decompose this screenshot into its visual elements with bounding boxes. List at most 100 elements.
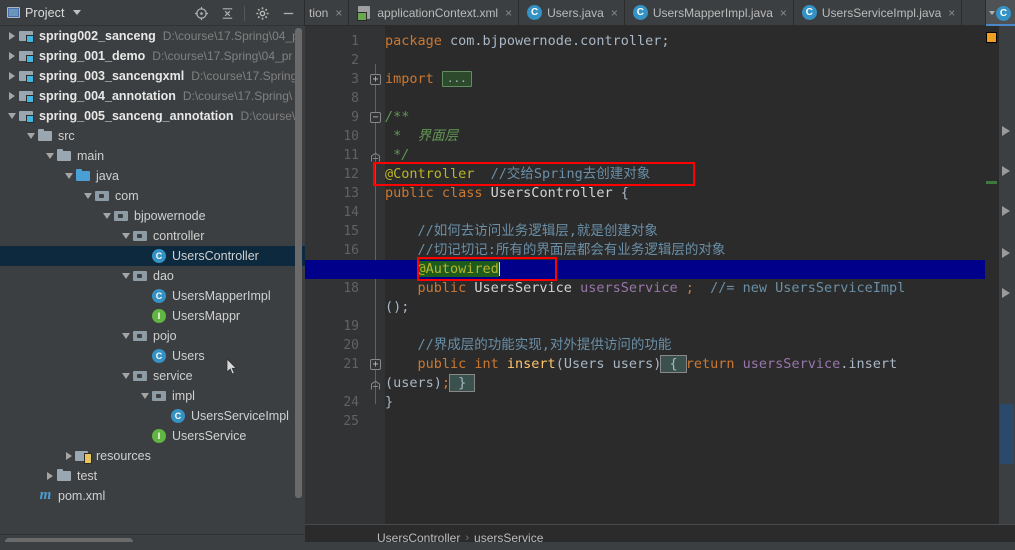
scroll-marker-arrow: [1002, 126, 1010, 136]
hide-panel-icon[interactable]: [276, 1, 300, 25]
close-icon[interactable]: ×: [948, 7, 955, 19]
tree-item-pojo[interactable]: pojo: [0, 326, 305, 346]
code-line[interactable]: @Autowired: [385, 260, 501, 279]
tree-item-resources[interactable]: resources: [0, 446, 305, 466]
tree-item-spring-005-sanceng-annotation[interactable]: spring_005_sanceng_annotation D:\course\1: [0, 106, 305, 126]
code-token: {: [620, 185, 629, 201]
tree-item-users[interactable]: Users: [0, 346, 305, 366]
chevron-down-icon[interactable]: [43, 146, 56, 166]
editor-tab-usersmapperimpl-java[interactable]: UsersMapperImpl.java ×: [625, 0, 794, 25]
tree-item-impl[interactable]: impl: [0, 386, 305, 406]
locate-icon[interactable]: [189, 1, 213, 25]
warning-marker[interactable]: [986, 32, 997, 43]
editor-tab-tion[interactable]: tion ×: [305, 0, 350, 25]
chevron-right-icon[interactable]: [5, 86, 18, 106]
code-token: (users): [385, 375, 442, 391]
tree-item-controller[interactable]: controller: [0, 226, 305, 246]
editor-tab-applicationcontext-xml[interactable]: applicationContext.xml ×: [349, 0, 520, 25]
tree-item-src[interactable]: src: [0, 126, 305, 146]
chevron-right-icon[interactable]: [5, 26, 18, 46]
editor-tab-users-java[interactable]: Users.java ×: [519, 0, 625, 25]
code-line[interactable]: @Controller //交给Spring去创建对象: [385, 165, 650, 184]
chevron-right-icon[interactable]: [5, 66, 18, 86]
chevron-right-icon[interactable]: [62, 446, 75, 466]
project-tree[interactable]: spring002_sanceng D:\course\17.Spring\04_…: [0, 26, 305, 534]
code-line[interactable]: (users); }: [385, 374, 476, 393]
package-icon: [113, 208, 130, 224]
code-line[interactable]: */: [385, 146, 409, 165]
code-line[interactable]: import ...: [385, 70, 472, 89]
chevron-down-icon[interactable]: [72, 10, 81, 15]
tree-item-service[interactable]: service: [0, 366, 305, 386]
project-title-group[interactable]: Project: [7, 6, 81, 20]
code-editor[interactable]: 123891011121314151617181920212425 +−+ pa…: [305, 26, 1015, 524]
error-marker-strip[interactable]: [985, 26, 999, 524]
project-tree-vscroll-thumb[interactable]: [295, 28, 302, 498]
tree-item-spring-001-demo[interactable]: spring_001_demo D:\course\17.Spring\04_pr: [0, 46, 305, 66]
chevron-down-icon[interactable]: [62, 166, 75, 186]
autowired-annotation[interactable]: @Autowired: [417, 261, 499, 277]
editor-area: tion×applicationContext.xml×Users.java×U…: [305, 0, 1015, 550]
folder-icon: [56, 468, 73, 484]
code-token: * 界面层: [385, 128, 459, 144]
tree-item-usersmapperimpl[interactable]: UsersMapperImpl: [0, 286, 305, 306]
chevron-down-icon[interactable]: [100, 206, 113, 226]
tree-item-usersservice[interactable]: UsersService: [0, 426, 305, 446]
project-tree-vscrollbar[interactable]: [295, 28, 302, 508]
line-number: 19: [343, 319, 359, 334]
chevron-down-icon[interactable]: [138, 386, 151, 406]
tree-item-spring002-sanceng[interactable]: spring002_sanceng D:\course\17.Spring\04_…: [0, 26, 305, 46]
settings-gear-icon[interactable]: [250, 1, 274, 25]
code-line[interactable]: ();: [385, 298, 409, 317]
changed-lines-marker[interactable]: [986, 181, 997, 184]
collapsed-imports-fold[interactable]: ...: [441, 71, 472, 87]
close-icon[interactable]: ×: [780, 7, 787, 19]
code-line[interactable]: /**: [385, 108, 409, 127]
tree-item-test[interactable]: test: [0, 466, 305, 486]
editor-vscroll-thumb[interactable]: [1000, 404, 1014, 464]
chevron-down-icon[interactable]: [119, 366, 132, 386]
tree-item-label: spring_005_sanceng_annotation: [39, 109, 234, 123]
tree-item-path: D:\course\17.Spring\04_pr: [152, 49, 293, 63]
chevron-down-icon[interactable]: [119, 226, 132, 246]
code-line[interactable]: public int insert(Users users) { return …: [385, 355, 897, 374]
chevron-right-icon[interactable]: [43, 466, 56, 486]
tree-item-usersmappr[interactable]: UsersMappr: [0, 306, 305, 326]
tab-overflow-chevron[interactable]: [985, 0, 1015, 26]
code-line[interactable]: //界成层的功能实现,对外提供访问的功能: [385, 336, 672, 355]
editor-tabbar[interactable]: tion×applicationContext.xml×Users.java×U…: [305, 0, 1015, 26]
collapse-all-icon[interactable]: [215, 1, 239, 25]
code-line[interactable]: public UsersService usersService ; //= n…: [385, 279, 906, 298]
code-line[interactable]: public class UsersController {: [385, 184, 629, 203]
chevron-right-icon[interactable]: [5, 46, 18, 66]
code-content[interactable]: package com.bjpowernode.controller; impor…: [305, 26, 1015, 524]
editor-tab-usersserviceimpl-java[interactable]: UsersServiceImpl.java ×: [794, 0, 963, 25]
line-number: 2: [351, 53, 359, 68]
tree-item-pom-xml[interactable]: pom.xml: [0, 486, 305, 506]
tree-item-label: java: [96, 169, 119, 183]
tree-item-spring-003-sancengxml[interactable]: spring_003_sancengxml D:\course\17.Spring: [0, 66, 305, 86]
tree-item-bjpowernode[interactable]: bjpowernode: [0, 206, 305, 226]
code-line[interactable]: //如何去访问业务逻辑层,就是创建对象: [385, 222, 658, 241]
close-icon[interactable]: ×: [335, 7, 342, 19]
code-line[interactable]: }: [385, 393, 393, 412]
chevron-down-icon[interactable]: [989, 11, 995, 15]
chevron-down-icon[interactable]: [24, 126, 37, 146]
code-line[interactable]: //切记切记:所有的界面层都会有业务逻辑层的对象: [385, 241, 726, 260]
chevron-down-icon[interactable]: [119, 266, 132, 286]
code-line[interactable]: package com.bjpowernode.controller;: [385, 32, 669, 51]
tree-item-dao[interactable]: dao: [0, 266, 305, 286]
tree-item-usersserviceimpl[interactable]: UsersServiceImpl: [0, 406, 305, 426]
chevron-down-icon[interactable]: [5, 106, 18, 126]
tree-item-com[interactable]: com: [0, 186, 305, 206]
close-icon[interactable]: ×: [611, 7, 618, 19]
tree-item-userscontroller[interactable]: UsersController: [0, 246, 305, 266]
editor-vscrollbar[interactable]: [999, 26, 1015, 524]
close-icon[interactable]: ×: [505, 7, 512, 19]
tree-item-spring-004-annotation[interactable]: spring_004_annotation D:\course\17.Spring…: [0, 86, 305, 106]
chevron-down-icon[interactable]: [119, 326, 132, 346]
tree-item-java[interactable]: java: [0, 166, 305, 186]
code-line[interactable]: * 界面层: [385, 127, 458, 146]
tree-item-main[interactable]: main: [0, 146, 305, 166]
chevron-down-icon[interactable]: [81, 186, 94, 206]
